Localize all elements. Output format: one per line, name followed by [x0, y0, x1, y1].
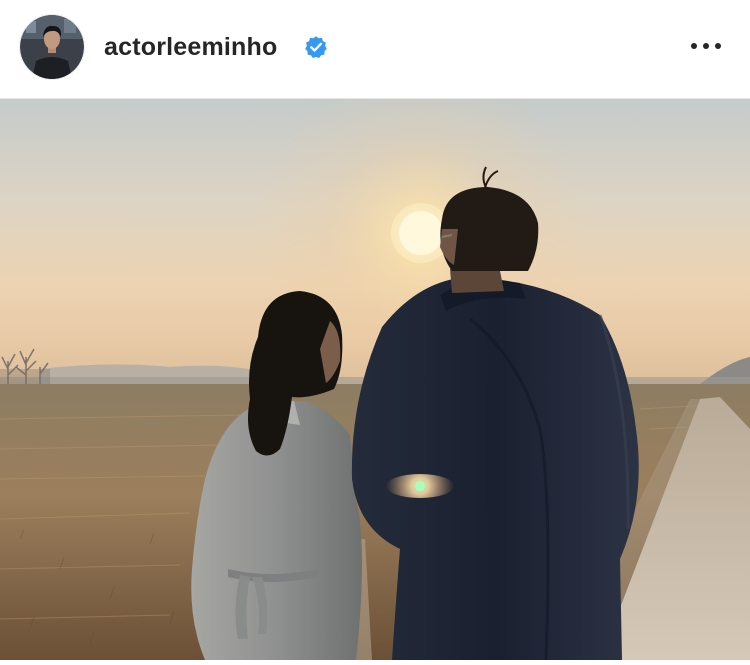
post-header: actorleeminho: [0, 0, 750, 99]
username[interactable]: actorleeminho: [104, 33, 277, 62]
profile-avatar[interactable]: [20, 15, 84, 79]
more-options-icon[interactable]: [688, 28, 724, 64]
verified-badge-icon: [304, 35, 328, 59]
post-photo[interactable]: [0, 99, 750, 661]
